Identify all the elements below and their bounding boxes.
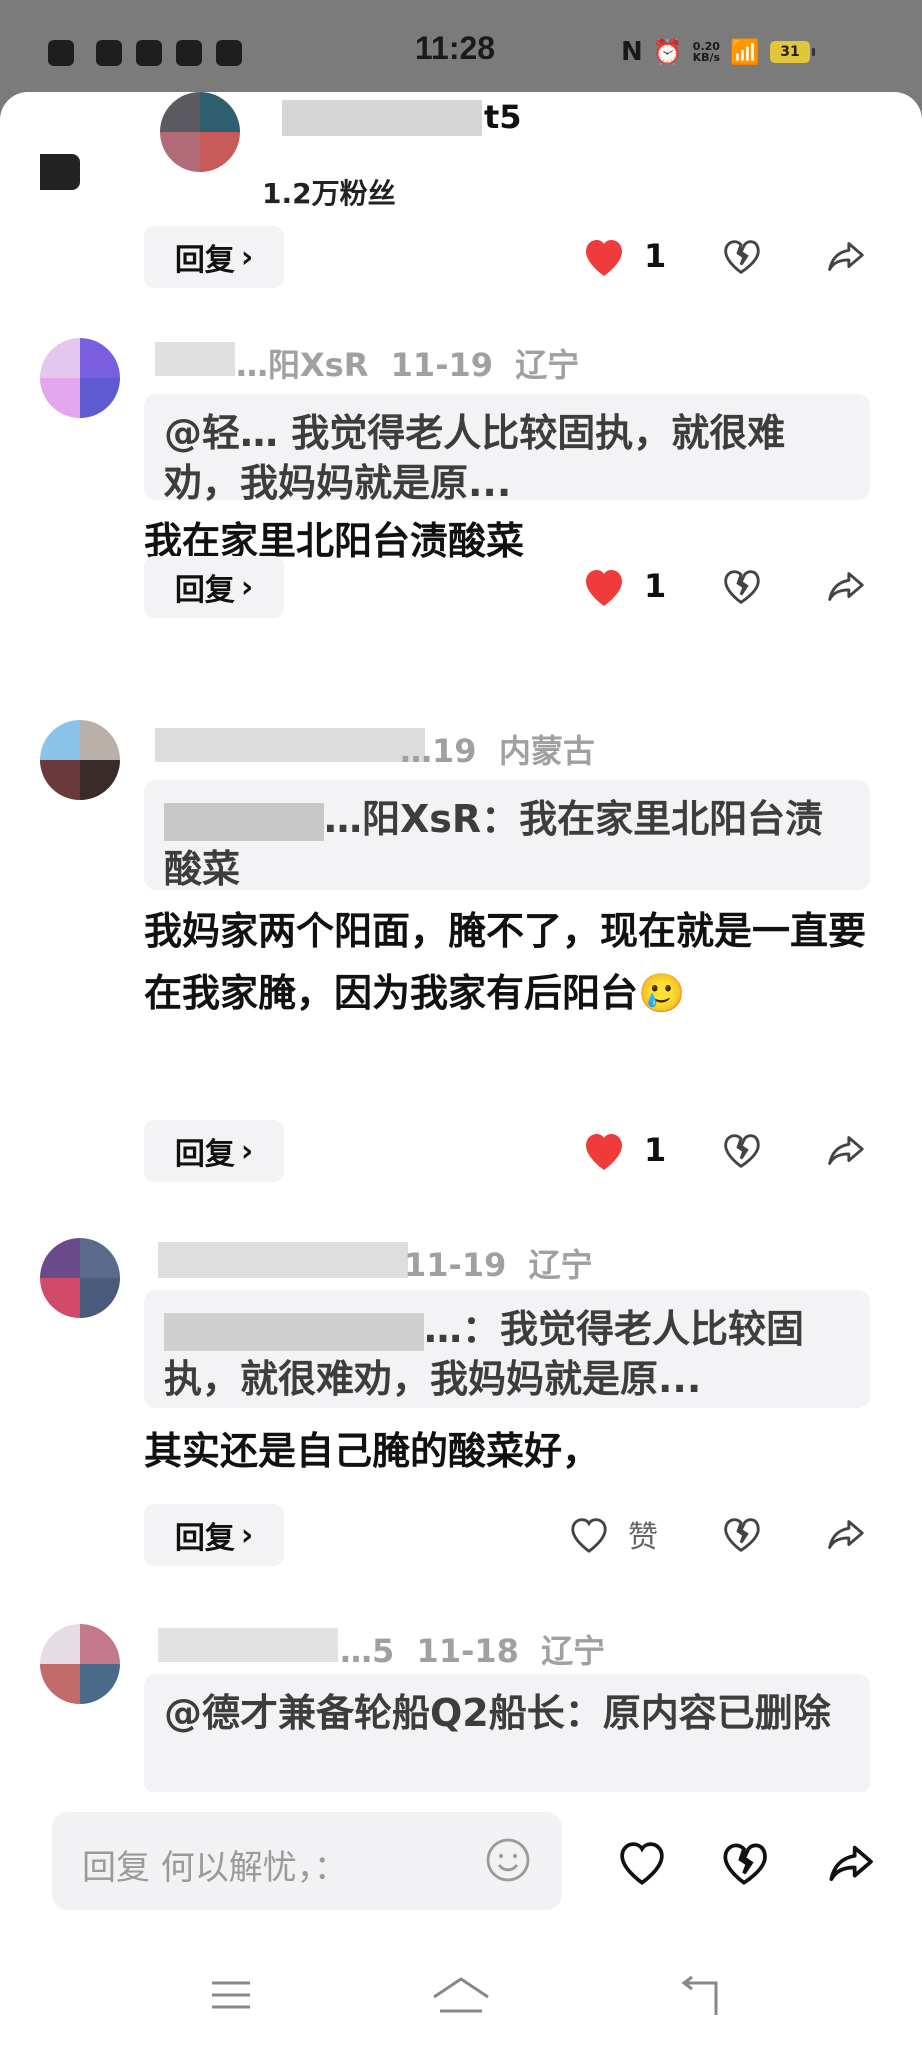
reply-button[interactable]: 回复 › [144, 1504, 284, 1566]
battery-icon: 31 [770, 41, 815, 63]
status-right-group: N ⏰ 0.20 KB/s 📶 31 [621, 30, 922, 74]
network-speed: 0.20 KB/s [692, 40, 721, 64]
reply-input-placeholder: 回复 何以解忧，： [82, 1848, 348, 1888]
wifi-icon: 📶 [730, 38, 760, 66]
broken-heart-icon[interactable] [716, 1836, 772, 1892]
broken-heart-icon[interactable] [718, 234, 764, 280]
reply-button[interactable]: 回复 › [144, 556, 284, 618]
like-button[interactable]: 赞 [566, 1512, 658, 1556]
heart-filled-icon [586, 1134, 622, 1170]
share-icon[interactable] [822, 1512, 868, 1558]
heart-outline-icon[interactable] [614, 1836, 670, 1892]
avatar[interactable] [160, 92, 240, 172]
quoted-comment[interactable]: …阳XsR：我在家里北阳台渍酸菜 [144, 780, 870, 891]
username-tail: t5 [484, 98, 522, 136]
reply-button[interactable]: 回复 › [144, 226, 284, 288]
notification-app-icon [176, 40, 202, 66]
redacted-block [40, 154, 80, 190]
comment-text: 我妈家两个阳面，腌不了，现在就是一直要在我家腌，因为我家有后阳台🥲 [144, 909, 867, 1015]
comment-meta: 11-19 辽宁 [404, 1246, 593, 1284]
redacted-username [155, 728, 425, 762]
share-icon[interactable] [822, 1128, 868, 1174]
broken-heart-icon[interactable] [718, 1128, 764, 1174]
notification-app-icon [216, 40, 242, 66]
reply-button[interactable]: 回复 › [144, 1120, 284, 1182]
comment-meta: …5 11-18 辽宁 [340, 1632, 606, 1670]
quoted-comment[interactable]: @德才兼备轮船Q2船长：原内容已删除 [144, 1674, 870, 1794]
emoji: 🥲 [638, 971, 686, 1015]
notification-app-icon [136, 40, 162, 66]
avatar[interactable] [40, 1624, 120, 1704]
redacted-username [155, 342, 235, 376]
redacted-username [282, 100, 482, 136]
avatar[interactable] [40, 338, 120, 418]
nfc-icon: N [620, 37, 643, 67]
status-bar: 11:28 N ⏰ 0.20 KB/s 📶 31 [0, 0, 922, 100]
share-icon[interactable] [822, 564, 868, 610]
comment-meta: …阳XsR 11-19 辽宁 [236, 346, 580, 384]
back-icon[interactable] [676, 1975, 726, 2019]
alarm-icon: ⏰ [652, 38, 683, 66]
notification-app-icon [96, 40, 122, 66]
avatar[interactable] [40, 1238, 120, 1318]
redacted-username [158, 1628, 338, 1662]
redacted-username [158, 1242, 408, 1278]
heart-filled-icon [586, 240, 622, 276]
like-button[interactable]: 1 [580, 1128, 666, 1172]
quoted-comment[interactable]: @轻… 我觉得老人比较固执，就很难劝，我妈妈就是原... [144, 394, 870, 505]
broken-heart-icon[interactable] [718, 564, 764, 610]
like-button[interactable]: 1 [580, 234, 666, 278]
comment-meta: …19 内蒙古 [400, 732, 595, 770]
smiley-icon[interactable] [484, 1836, 532, 1884]
home-icon[interactable] [430, 1975, 492, 2019]
reply-input[interactable]: 回复 何以解忧，： [52, 1812, 562, 1910]
fans-count: 1.2万粉丝 [262, 177, 396, 210]
menu-icon[interactable] [208, 1975, 254, 2015]
comment-sheet: t5 1.2万粉丝 回复 › 1 …阳XsR 11-19 辽宁 @轻… 我觉得老人… [0, 92, 922, 2048]
share-icon[interactable] [822, 234, 868, 280]
share-icon[interactable] [822, 1836, 878, 1892]
notification-app-icon [48, 40, 74, 66]
broken-heart-icon[interactable] [718, 1512, 764, 1558]
avatar[interactable] [40, 720, 120, 800]
like-button[interactable]: 1 [580, 564, 666, 608]
heart-filled-icon [586, 570, 622, 606]
status-time: 11:28 [415, 30, 496, 66]
heart-outline-icon [571, 1518, 607, 1553]
comment-text: 其实还是自己腌的酸菜好， [144, 1429, 601, 1473]
quoted-comment[interactable]: …：我觉得老人比较固执，就很难劝，我妈妈就是原... [144, 1290, 870, 1408]
